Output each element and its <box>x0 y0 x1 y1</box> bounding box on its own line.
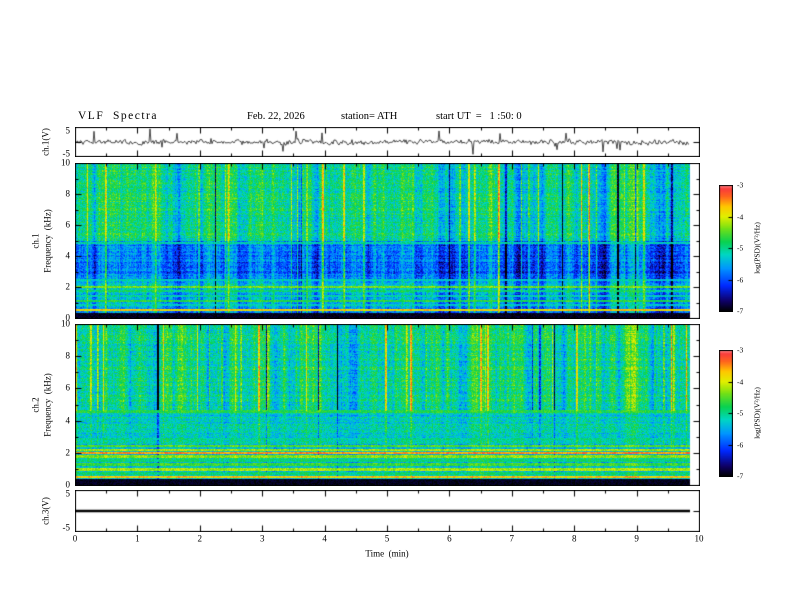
colorbar-ch1-label: log(PSD)(V²/Hz) <box>752 222 762 274</box>
ch1-spec-frequency-axis-label: Frequency (kHz) <box>42 209 53 273</box>
colorbar2-tick-label: -5 <box>737 408 744 418</box>
ch3-wave-ymin-label: -5 <box>62 522 71 533</box>
x-tick-label: 7 <box>509 533 515 544</box>
colorbar2-tick-label: -4 <box>737 376 744 386</box>
page-title: VLF Spectra <box>78 110 158 122</box>
colorbar-ch2-canvas <box>719 350 733 477</box>
x-tick-label: 1 <box>135 533 140 544</box>
ch1-wave-axis-label: ch.1(V) <box>40 128 51 156</box>
ch1-spec-channel-label: ch.1 <box>30 233 41 249</box>
x-tick-label: 4 <box>322 533 327 544</box>
ch2-spec-frequency-axis-label: Frequency (kHz) <box>42 373 53 437</box>
ch3-waveform-canvas <box>75 490 700 532</box>
spec2-ytick-label: 0 <box>65 479 71 490</box>
colorbar1-tick-label: -6 <box>737 274 744 284</box>
spec2-ytick-label: 8 <box>65 350 71 361</box>
colorbar1-tick-label: -5 <box>737 243 744 253</box>
date-label: Feb. 22, 2026 <box>247 111 305 122</box>
ch2-spec-channel-label: ch.2 <box>30 397 41 413</box>
ch3-wave-ymax-label: 5 <box>65 488 71 499</box>
x-tick-label: 5 <box>384 533 390 544</box>
colorbar1-tick-label: -3 <box>737 180 744 190</box>
x-tick-label: 2 <box>197 533 203 544</box>
colorbar2-tick-label: -3 <box>737 345 744 355</box>
ch1-wave-ymax-label: 5 <box>65 125 71 136</box>
colorbar2-tick-label: -7 <box>737 471 744 481</box>
time-axis-label: Time (min) <box>365 548 409 559</box>
spec2-ytick-label: 2 <box>65 447 71 458</box>
x-tick-label: 0 <box>72 533 78 544</box>
spec1-ytick-label: 4 <box>65 250 71 261</box>
x-tick-label: 8 <box>571 533 577 544</box>
ch2-spectrogram-canvas <box>75 324 700 486</box>
station-label: station= ATH <box>341 111 398 122</box>
ch3-wave-axis-label: ch.3(V) <box>40 497 51 525</box>
x-tick-label: 6 <box>447 533 452 544</box>
colorbar2-tick-label: -6 <box>737 439 744 449</box>
vlf-spectra-figure: VLF Spectra Feb. 22, 2026 station= ATH s… <box>0 0 792 612</box>
colorbar1-tick-label: -4 <box>737 211 744 221</box>
spec1-ytick-label: 2 <box>65 281 71 292</box>
spec1-ytick-label: 8 <box>65 188 71 199</box>
spec1-ytick-label: 6 <box>65 219 71 230</box>
x-tick-label: 10 <box>694 533 704 544</box>
colorbar-ch1-canvas <box>719 185 733 312</box>
start-ut-label: start UT = 1 :50: 0 <box>436 111 522 122</box>
x-tick-label: 9 <box>634 533 639 544</box>
colorbar-ch2-label: log(PSD)(V²/Hz) <box>752 387 762 439</box>
ch1-waveform-canvas <box>75 127 700 157</box>
colorbar1-tick-label: -7 <box>737 306 744 316</box>
spec1-ytick-label: 10 <box>61 157 70 168</box>
spec2-ytick-label: 6 <box>65 382 71 393</box>
spec2-ytick-label: 4 <box>65 415 71 426</box>
x-tick-label: 3 <box>259 533 265 544</box>
ch1-spectrogram-canvas <box>75 163 700 319</box>
spec2-ytick-label: 10 <box>61 318 70 329</box>
